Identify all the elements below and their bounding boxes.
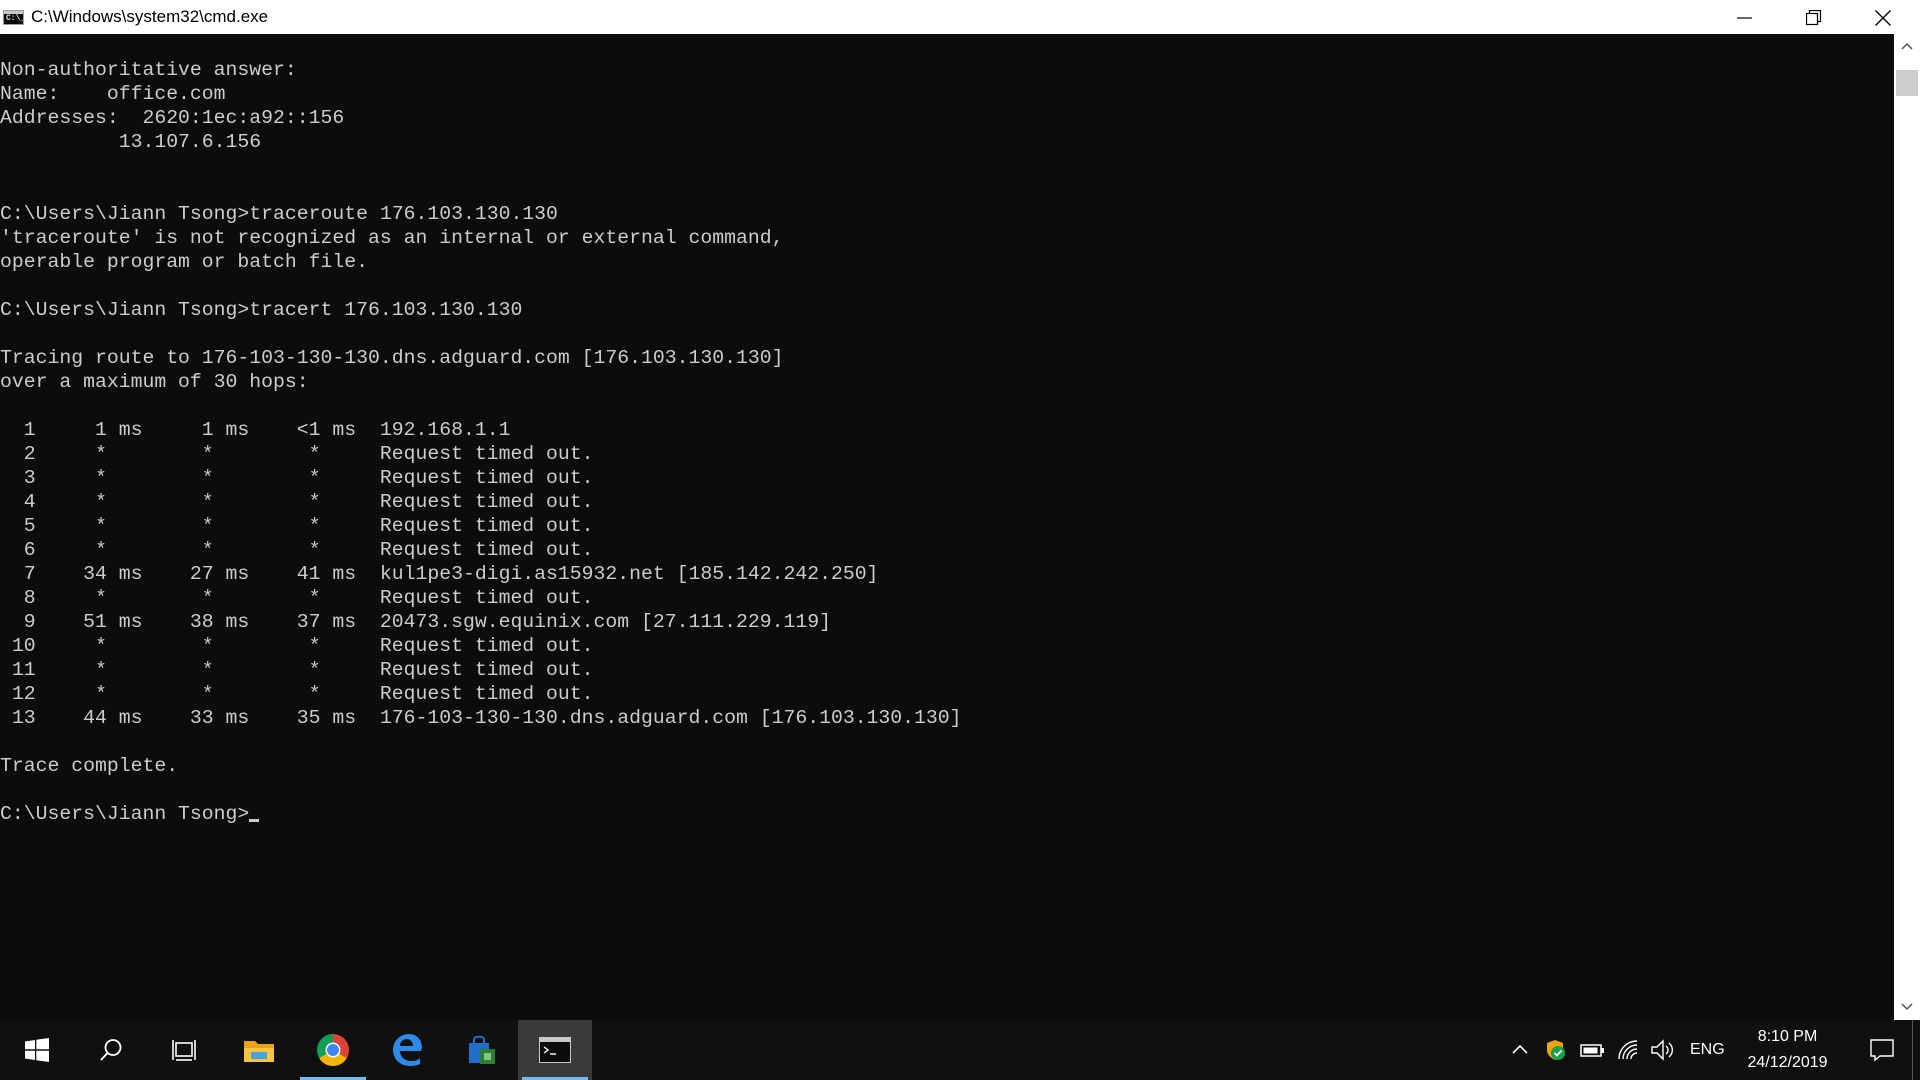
store-icon [469,1035,495,1064]
edge-icon [393,1034,422,1066]
chevron-up-icon [1512,1044,1528,1054]
task-view-icon [172,1040,196,1061]
volume-icon [1651,1039,1673,1061]
chrome-icon [316,1034,350,1067]
battery-button[interactable] [1580,1038,1604,1062]
input-language-indicator[interactable]: ENG [1690,1020,1725,1080]
title-bar[interactable]: C:\_ C:\Windows\system32\cmd.exe [0,0,1920,34]
scroll-down-button[interactable] [1894,994,1920,1020]
minimize-button[interactable] [1710,0,1779,34]
scroll-up-icon [1901,42,1913,50]
search-button[interactable] [74,1020,148,1080]
action-center-button[interactable] [1856,1020,1908,1080]
console-area[interactable]: Non-authoritative answer: Name: office.c… [0,34,1894,1020]
file-explorer-icon [244,1041,274,1062]
vertical-scrollbar[interactable] [1894,34,1920,1020]
close-button[interactable] [1848,0,1917,34]
close-icon [1875,10,1891,26]
clock[interactable]: 8:10 PM 24/12/2019 [1735,1024,1840,1076]
clock-date: 24/12/2019 [1747,1054,1828,1071]
clock-time: 8:10 PM [1757,1028,1818,1045]
command-prompt-icon [539,1037,571,1063]
chrome-button[interactable] [296,1020,370,1080]
window-title: C:\Windows\system32\cmd.exe [31,7,269,26]
windows-start-icon [25,1038,49,1062]
console-history: Non-authoritative answer: Name: office.c… [0,59,962,777]
scroll-up-button[interactable] [1894,34,1920,60]
edge-button[interactable] [370,1020,444,1080]
network-button[interactable] [1616,1038,1640,1062]
command-prompt: C:\Users\Jiann Tsong> [0,803,250,825]
start-button[interactable] [0,1020,74,1080]
wifi-icon [1618,1040,1638,1060]
security-shield-icon [1547,1040,1565,1060]
restore-icon [1806,10,1822,26]
show-hidden-icons-button[interactable] [1508,1038,1532,1062]
battery-icon [1580,1044,1604,1057]
command-prompt-taskbar-button[interactable] [518,1020,592,1080]
search-icon [100,1039,122,1061]
text-cursor [249,819,260,822]
cmd-app-icon[interactable]: C:\_ [3,10,26,25]
cmd-app-icon-glyph: C:\_ [6,14,26,23]
volume-button[interactable] [1650,1038,1674,1062]
show-desktop-button[interactable] [1912,1020,1920,1080]
notification-icon [1870,1039,1894,1062]
scroll-thumb[interactable] [1896,70,1918,96]
minimize-icon [1737,17,1752,19]
task-view-button[interactable] [148,1020,222,1080]
restore-button[interactable] [1779,0,1848,34]
scroll-down-icon [1901,1003,1913,1011]
file-explorer-button[interactable] [222,1020,296,1080]
console-output: Non-authoritative answer: Name: office.c… [0,58,962,826]
store-button[interactable] [444,1020,518,1080]
security-tray-button[interactable] [1543,1038,1567,1062]
taskbar: ENG 8:10 PM 24/12/2019 [0,1020,1920,1080]
